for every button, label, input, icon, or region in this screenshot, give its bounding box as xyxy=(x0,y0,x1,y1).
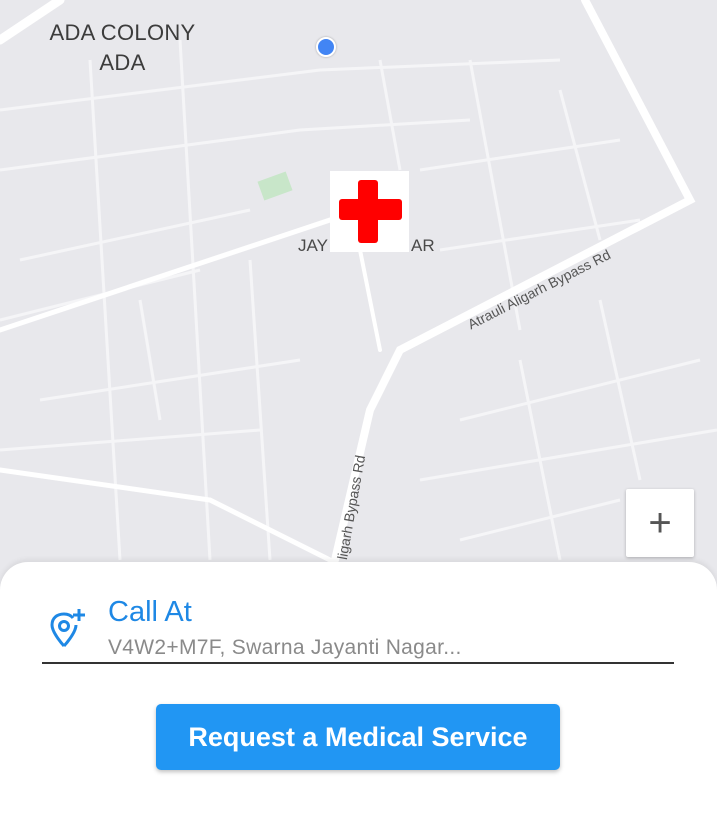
area-label-line1: ADA COLONY xyxy=(49,20,196,45)
area-label: ADA COLONY ADA xyxy=(40,18,205,78)
current-location-dot xyxy=(316,37,336,57)
add-location-pin-icon xyxy=(50,609,85,648)
zoom-in-button[interactable]: + xyxy=(626,489,694,557)
red-cross-icon xyxy=(339,180,402,243)
area-label-line2: ADA xyxy=(99,50,146,75)
call-at-address: V4W2+M7F, Swarna Jayanti Nagar... xyxy=(108,636,462,659)
locality-label-right: AR xyxy=(411,236,435,255)
medical-marker[interactable] xyxy=(330,171,409,252)
locality-label-left: JAY xyxy=(298,236,328,255)
request-medical-service-button[interactable]: Request a Medical Service xyxy=(156,704,560,770)
call-at-label: Call At xyxy=(108,596,192,628)
